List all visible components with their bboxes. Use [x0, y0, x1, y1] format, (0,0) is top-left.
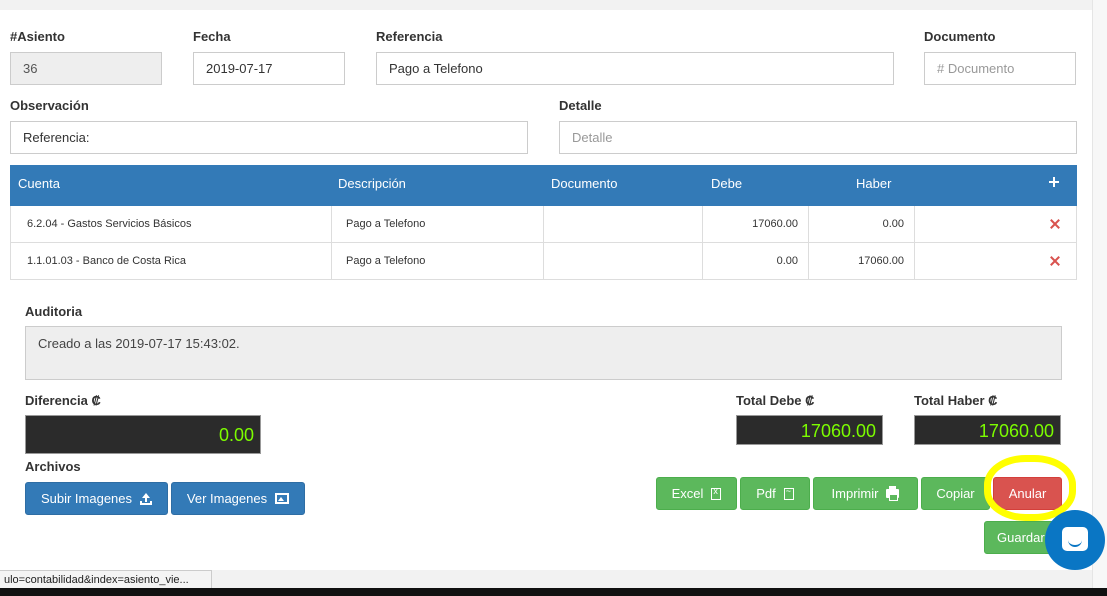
- file-excel-icon: [711, 486, 722, 500]
- cell-descripcion: Pago a Telefono: [332, 243, 544, 279]
- asiento-label: #Asiento: [10, 29, 65, 44]
- taskbar-strip: [0, 588, 1107, 596]
- cell-debe: 0.00: [703, 243, 809, 279]
- cell-haber: 17060.00: [809, 243, 915, 279]
- observacion-field[interactable]: [10, 121, 528, 154]
- cell-cuenta: 6.2.04 - Gastos Servicios Básicos: [11, 206, 332, 242]
- diferencia-label: Diferencia ₡: [25, 393, 101, 408]
- highlight-annotation: [984, 455, 1076, 521]
- auditoria-label: Auditoria: [25, 304, 83, 319]
- documento-label: Documento: [924, 29, 996, 44]
- upload-images-button[interactable]: Subir Imagenes: [25, 482, 168, 515]
- fecha-label: Fecha: [193, 29, 231, 44]
- cell-cuenta: 1.1.01.03 - Banco de Costa Rica: [11, 243, 332, 279]
- total-haber-value: 17060.00: [914, 415, 1061, 445]
- cell-haber: 0.00: [809, 206, 915, 242]
- upload-icon: [140, 492, 153, 505]
- asiento-field: [10, 52, 162, 85]
- col-descripcion: Descripción: [338, 176, 406, 191]
- plus-icon[interactable]: [1049, 177, 1059, 187]
- copy-label: Copiar: [936, 486, 975, 501]
- referencia-field[interactable]: [376, 52, 894, 85]
- table-row: 1.1.01.03 - Banco de Costa Rica Pago a T…: [11, 243, 1076, 280]
- detalle-field[interactable]: [559, 121, 1077, 154]
- excel-label: Excel: [671, 486, 704, 501]
- entries-table-body: 6.2.04 - Gastos Servicios Básicos Pago a…: [10, 206, 1077, 280]
- chat-launcher-button[interactable]: [1045, 510, 1105, 570]
- cell-documento: [544, 243, 703, 279]
- upload-images-label: Subir Imagenes: [40, 491, 133, 506]
- scrollbar[interactable]: [1092, 0, 1107, 596]
- delete-row-icon[interactable]: [1050, 256, 1060, 266]
- cell-debe: 17060.00: [703, 206, 809, 242]
- col-haber: Haber: [856, 176, 892, 191]
- save-label: Guardar: [997, 530, 1045, 545]
- image-icon: [275, 493, 290, 504]
- chat-icon: [1062, 527, 1088, 551]
- detalle-label: Detalle: [559, 98, 602, 113]
- cell-descripcion: Pago a Telefono: [332, 206, 544, 242]
- cell-documento: [544, 206, 703, 242]
- total-haber-label: Total Haber ₡: [914, 393, 998, 408]
- copy-button[interactable]: Copiar: [921, 477, 990, 510]
- total-debe-value: 17060.00: [736, 415, 883, 445]
- url-status-bar: ulo=contabilidad&index=asiento_vie...: [0, 570, 212, 590]
- print-button[interactable]: Imprimir: [813, 477, 918, 510]
- delete-row-icon[interactable]: [1050, 219, 1060, 229]
- file-pdf-icon: [783, 486, 794, 500]
- printer-icon: [886, 486, 900, 501]
- col-cuenta: Cuenta: [18, 176, 60, 191]
- fecha-field[interactable]: [193, 52, 345, 85]
- observacion-label: Observación: [10, 98, 89, 113]
- archivos-label: Archivos: [25, 459, 81, 474]
- print-label: Imprimir: [831, 486, 879, 501]
- view-images-button[interactable]: Ver Imagenes: [171, 482, 305, 515]
- documento-field[interactable]: [924, 52, 1076, 85]
- referencia-label: Referencia: [376, 29, 443, 44]
- total-debe-label: Total Debe ₡: [736, 393, 815, 408]
- table-row: 6.2.04 - Gastos Servicios Básicos Pago a…: [11, 206, 1076, 243]
- view-images-label: Ver Imagenes: [186, 491, 268, 506]
- excel-button[interactable]: Excel: [656, 477, 737, 510]
- auditoria-box: Creado a las 2019-07-17 15:43:02.: [25, 326, 1062, 380]
- pdf-label: Pdf: [756, 486, 776, 501]
- col-documento: Documento: [551, 176, 618, 191]
- entries-table-header: Cuenta Descripción Documento Debe Haber: [10, 165, 1077, 206]
- pdf-button[interactable]: Pdf: [740, 477, 810, 510]
- diferencia-value: 0.00: [25, 415, 261, 454]
- col-debe: Debe: [711, 176, 743, 191]
